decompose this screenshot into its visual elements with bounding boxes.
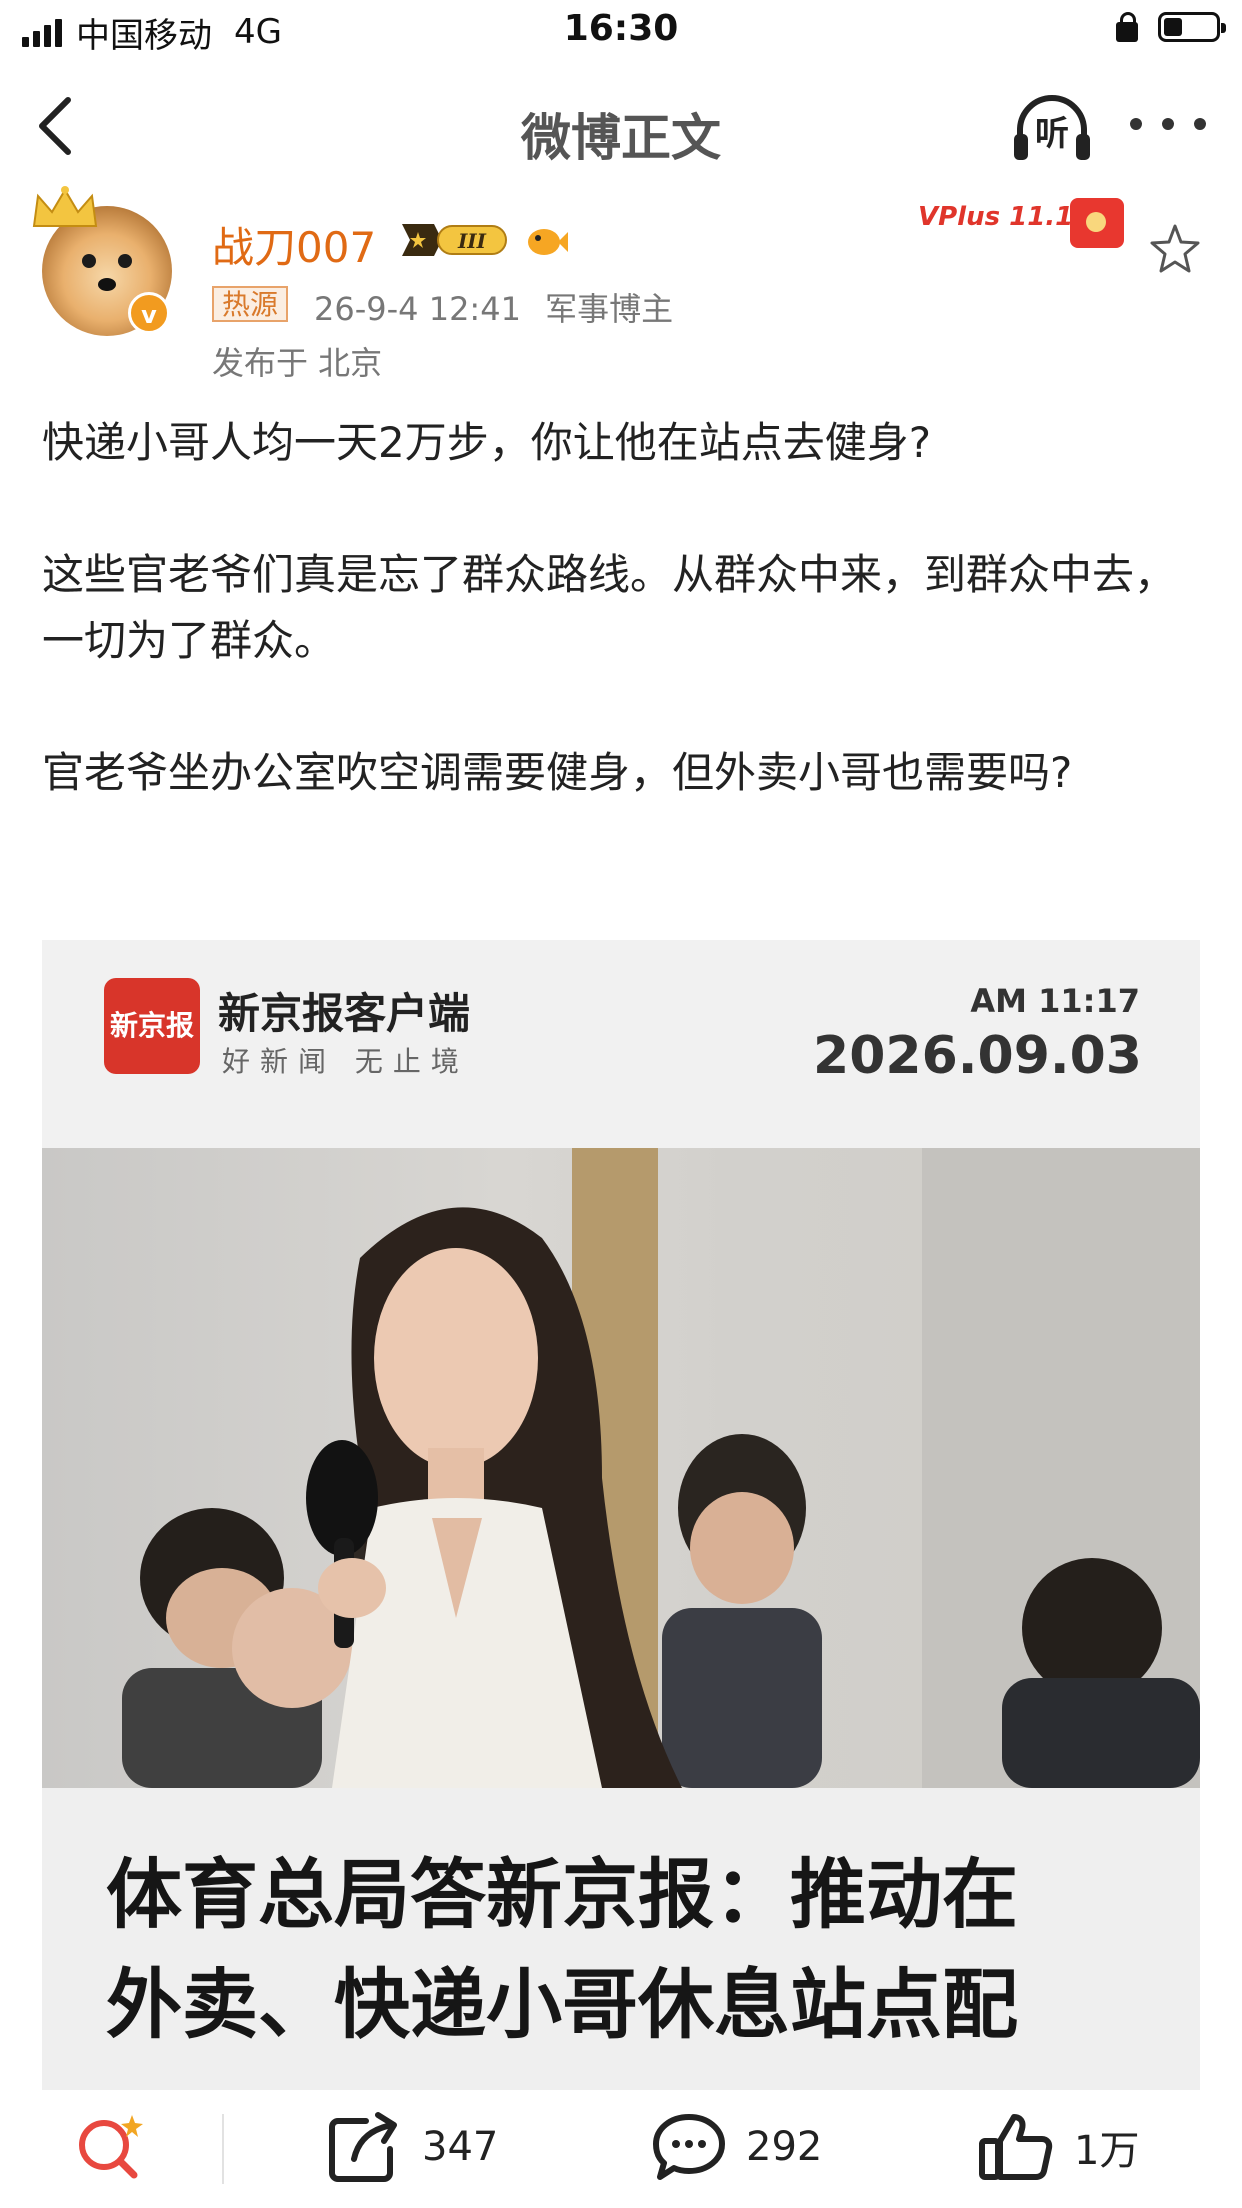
post-location: 发布于 北京 (212, 344, 383, 382)
post-paragraph: 官老爷坐办公室吹空调需要健身，但外卖小哥也需要吗? (42, 748, 1073, 797)
post-meta: 26-9-4 12:41 军事博主 (314, 284, 673, 330)
share-icon (329, 2112, 397, 2182)
red-envelope-icon (1070, 198, 1124, 248)
news-logo: 新京报 (104, 978, 200, 1074)
listen-label: 听 (1035, 114, 1069, 154)
post-paragraph: 快递小哥人均一天2万步，你让他在站点去健身? (42, 418, 932, 467)
nav-bar: 微博正文 听 (0, 64, 1242, 188)
embedded-news-image[interactable]: 新京报 新京报客户端 好新闻 无止境 AM 11:17 2026.09.03 体… (42, 940, 1200, 2090)
author-role: 军事博主 (545, 290, 674, 328)
post-paragraph: 这些官老爷们真是忘了群众路线。从群众中来，到群众中去，一切为了群众。 (42, 550, 1177, 665)
news-date: 2026.09.03 (813, 1026, 1142, 1086)
clock: 16:30 (563, 8, 679, 49)
listen-button[interactable]: 听 (1010, 90, 1094, 166)
news-card-header: 新京报 新京报客户端 好新闻 无止境 AM 11:17 2026.09.03 (42, 940, 1200, 1148)
promo-label: VPlus 11.11 (918, 202, 1092, 232)
verified-badge-icon: v (128, 292, 170, 334)
crown-icon (32, 186, 98, 227)
bottom-action-bar: 347 292 1万 (0, 2090, 1242, 2208)
battery-icon (1158, 12, 1226, 42)
thumbs-up-icon (979, 2114, 1053, 2180)
vplus-promo-banner[interactable]: VPlus 11.11 (908, 196, 1150, 260)
comment-icon (653, 2114, 725, 2180)
news-slogan: 好新闻 无止境 (222, 1045, 469, 1078)
post-timestamp: 26-9-4 12:41 (314, 290, 521, 328)
search-button[interactable] (72, 2112, 152, 2182)
favorite-star-icon[interactable] (1148, 222, 1202, 276)
news-headline-line: 外卖、快递小哥休息站点配 (106, 1960, 1018, 2049)
hot-source-tag: 热源 (212, 286, 289, 322)
vip-level-badge-icon[interactable]: III (398, 218, 510, 262)
news-headline-line: 体育总局答新京报：推动在 (106, 1850, 1018, 1939)
status-bar: 中国移动 4G 16:30 (0, 0, 1242, 64)
orientation-lock-icon (1116, 12, 1138, 42)
fish-icon[interactable] (524, 218, 568, 262)
news-photo (42, 1148, 1200, 1788)
comment-count: 292 (746, 2124, 823, 2170)
like-count: 1万 (1074, 2128, 1140, 2174)
more-options-icon[interactable] (1130, 94, 1206, 154)
svg-text:III: III (457, 229, 487, 253)
like-button[interactable]: 1万 (978, 2112, 1139, 2182)
share-button[interactable]: 347 (326, 2112, 498, 2182)
post-content: 快递小哥人均一天2万步，你让他在站点去健身? 这些官老爷们真是忘了群众路线。从群… (42, 410, 1202, 872)
search-icon (79, 2115, 143, 2179)
divider (222, 2114, 224, 2184)
share-count: 347 (422, 2124, 499, 2170)
news-time: AM 11:17 (970, 982, 1140, 1020)
author-name[interactable]: 战刀007 (212, 214, 376, 275)
comment-button[interactable]: 292 (650, 2112, 822, 2182)
news-headline: 体育总局答新京报：推动在 外卖、快递小哥休息站点配 (106, 1840, 1146, 2060)
news-source-name: 新京报客户端 (218, 989, 471, 1038)
